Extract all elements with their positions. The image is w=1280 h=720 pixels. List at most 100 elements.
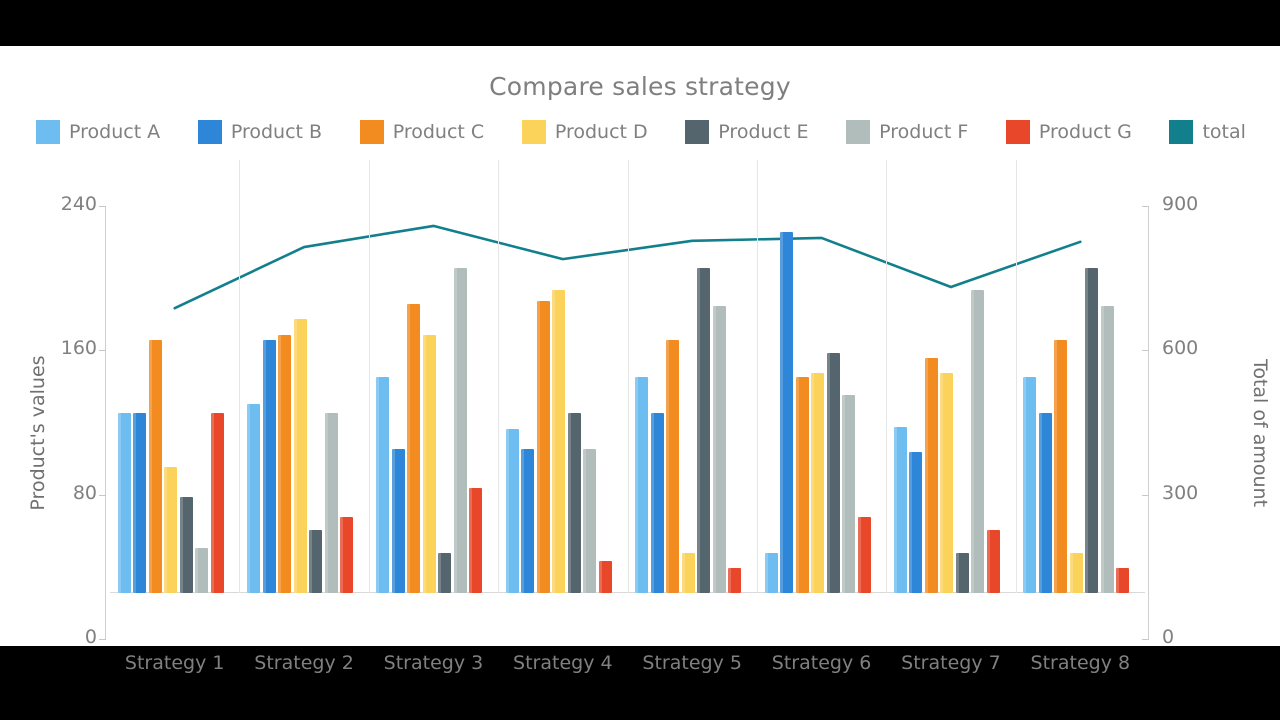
axis-tick-mark [99, 206, 106, 207]
bar[interactable] [764, 553, 778, 593]
bar[interactable] [210, 412, 224, 594]
bar[interactable] [826, 353, 840, 593]
legend-swatch-icon [36, 120, 60, 144]
bar[interactable] [247, 403, 261, 594]
bar[interactable] [324, 412, 338, 594]
bar[interactable] [780, 232, 794, 593]
bar[interactable] [1085, 268, 1099, 593]
plot-area [110, 160, 1145, 594]
bar-group [886, 160, 1015, 594]
bar[interactable] [293, 318, 307, 594]
legend-label: total [1202, 121, 1246, 143]
bar[interactable] [857, 517, 871, 593]
x-axis-category-label: Strategy 7 [901, 652, 1001, 674]
bar[interactable] [438, 553, 452, 593]
legend-item-product-a[interactable]: Product A [36, 120, 160, 144]
legend-item-product-g[interactable]: Product G [1005, 120, 1132, 144]
bar[interactable] [469, 488, 483, 593]
bar[interactable] [1116, 567, 1130, 594]
bar[interactable] [278, 335, 292, 593]
bar[interactable] [986, 529, 1000, 594]
axis-tick-mark [1142, 639, 1149, 640]
bar[interactable] [340, 517, 354, 593]
bar[interactable] [955, 553, 969, 593]
bar[interactable] [422, 335, 436, 593]
x-axis-category-label: Strategy 2 [254, 652, 354, 674]
legend-swatch-icon [846, 120, 871, 144]
bar[interactable] [505, 428, 519, 594]
axis-tick-label-right: 300 [1162, 481, 1199, 504]
x-axis-category-label: Strategy 8 [1030, 652, 1131, 674]
axis-tick-label-right: 0 [1162, 626, 1175, 648]
bar[interactable] [552, 289, 566, 594]
bar[interactable] [164, 466, 178, 594]
bar[interactable] [712, 306, 726, 593]
bar[interactable] [407, 304, 421, 593]
bar[interactable] [971, 289, 985, 594]
bar[interactable] [117, 412, 131, 594]
bar[interactable] [195, 547, 209, 594]
axis-tick-label-right: 600 [1162, 337, 1199, 360]
bar[interactable] [893, 427, 907, 593]
bar[interactable] [376, 376, 390, 593]
bar[interactable] [521, 448, 535, 594]
y-axis-left-spine [105, 206, 106, 640]
chart-title: Compare sales strategy [489, 72, 791, 101]
legend-item-total[interactable]: total [1169, 120, 1246, 144]
legend-label: Product B [230, 121, 323, 143]
bar[interactable] [583, 448, 597, 594]
legend-label: Product E [718, 121, 809, 143]
bar[interactable] [391, 448, 405, 594]
axis-tick-mark [99, 494, 106, 496]
bar[interactable] [924, 358, 938, 593]
legend-item-product-c[interactable]: Product C [359, 120, 484, 144]
y-axis-right-title: Total of amount [1249, 358, 1271, 508]
bar[interactable] [179, 497, 193, 593]
bar-group [1016, 160, 1145, 594]
bar[interactable] [650, 412, 664, 594]
x-axis-category-label: Strategy 4 [513, 652, 613, 674]
bar[interactable] [1054, 340, 1068, 593]
bar[interactable] [909, 452, 923, 593]
bar[interactable] [567, 412, 581, 594]
bar[interactable] [728, 567, 742, 594]
legend-swatch-icon [197, 120, 222, 144]
chart-canvas: Compare sales strategy Product A Product … [0, 46, 1280, 674]
screenshot-root: Compare sales strategy Product A Product … [0, 0, 1280, 720]
bar[interactable] [453, 268, 467, 593]
x-axis-category-label: Strategy 6 [771, 652, 872, 674]
bar[interactable] [148, 340, 162, 593]
bar-group [110, 160, 239, 594]
bar[interactable] [1023, 376, 1037, 593]
bar-group [628, 160, 757, 594]
bar[interactable] [697, 268, 711, 593]
bar[interactable] [536, 300, 550, 594]
legend-item-product-e[interactable]: Product E [685, 120, 808, 144]
legend-item-product-f[interactable]: Product F [846, 120, 968, 144]
axis-tick-mark [99, 350, 106, 352]
legend-item-product-b[interactable]: Product B [197, 120, 323, 144]
bar[interactable] [940, 372, 954, 594]
axis-tick-mark [99, 639, 106, 640]
bar[interactable] [1038, 412, 1052, 594]
bar[interactable] [262, 340, 276, 593]
legend-item-product-d[interactable]: Product D [521, 120, 648, 144]
legend-swatch-icon [359, 120, 384, 144]
bar[interactable] [635, 376, 649, 593]
axis-tick-label-left: 160 [60, 337, 97, 360]
bar[interactable] [309, 529, 323, 594]
bar[interactable] [811, 372, 825, 594]
axis-tick-label-right: 900 [1162, 193, 1199, 215]
legend-label: Product D [554, 121, 648, 143]
bar[interactable] [842, 394, 856, 594]
chart-legend: Product A Product B Product C Product D Prod… [36, 118, 1246, 146]
bar[interactable] [795, 376, 809, 593]
bar[interactable] [133, 412, 147, 594]
axis-tick-label-left: 0 [84, 626, 97, 648]
bar[interactable] [666, 340, 680, 593]
axis-tick-mark [1142, 494, 1149, 496]
bar[interactable] [1069, 553, 1083, 593]
bar[interactable] [1100, 306, 1114, 593]
bar[interactable] [681, 553, 695, 593]
bar[interactable] [598, 560, 612, 594]
